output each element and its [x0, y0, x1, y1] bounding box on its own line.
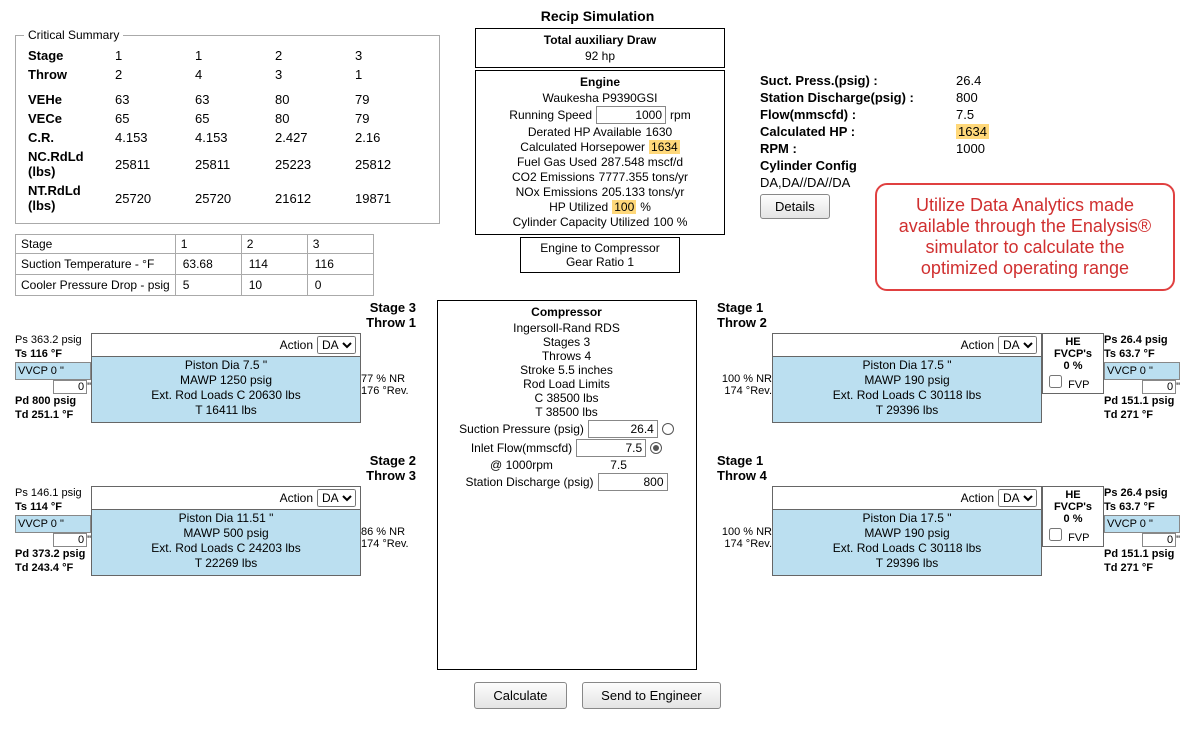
throw-main-l1: Action DA Piston Dia 7.5 " MAWP 1250 psi… [91, 333, 361, 423]
action-select-l2[interactable]: DA [317, 489, 356, 507]
critical-summary-legend: Critical Summary [24, 28, 123, 42]
throw-nr-r1: 100 % NR 174 °Rev. [717, 333, 772, 397]
suction-pressure-radio[interactable] [662, 423, 674, 435]
analytics-callout: Utilize Data Analytics made available th… [875, 183, 1175, 291]
throw-side-left-2: Ps 146.1 psig Ts 114 °F VVCP 0 " " Pd 37… [15, 486, 91, 576]
throw-side-right-2: Ps 26.4 psig Ts 63.7 °F VVCP 0 " " Pd 15… [1104, 486, 1180, 576]
calculate-button[interactable]: Calculate [474, 682, 566, 709]
vvcp-input-l2[interactable] [53, 533, 87, 547]
table-row: VEHe 63 63 80 79 [24, 90, 431, 109]
throw-label-s1t2: Stage 1Throw 2 [717, 300, 1180, 330]
calculated-hp-value: 1634 [649, 140, 680, 154]
aux-draw-header: Total auxiliary Draw [484, 33, 716, 47]
gear-ratio-box: Engine to Compressor Gear Ratio 1 [520, 237, 680, 273]
crit-h4: 3 [351, 46, 431, 65]
throw-label-s2t3: Stage 2Throw 3 [15, 453, 416, 483]
throw-main-r2: Action DA Piston Dia 17.5 " MAWP 190 psi… [772, 486, 1042, 576]
fvcp-box-r1: HE FVCP's 0 % FVP [1042, 333, 1104, 394]
suction-temp-input-1[interactable] [181, 256, 236, 272]
action-select-r2[interactable]: DA [998, 489, 1037, 507]
throw-main-r1: Action DA Piston Dia 17.5 " MAWP 190 psi… [772, 333, 1042, 423]
hp-utilized-value: 100 [612, 200, 636, 214]
action-select-r1[interactable]: DA [998, 336, 1037, 354]
throw-side-right-1: Ps 26.4 psig Ts 63.7 °F VVCP 0 " " Pd 15… [1104, 333, 1180, 423]
engine-box: Engine Waukesha P9390GSI Running Speed r… [475, 70, 725, 235]
suction-temp-input-2[interactable] [247, 256, 302, 272]
suction-temp-label: Suction Temperature - °F [16, 254, 176, 275]
crit-h2: 1 [191, 46, 271, 65]
compressor-header: Compressor [446, 305, 688, 319]
vvcp-input-r1[interactable] [1142, 380, 1176, 394]
running-speed-label: Running Speed [509, 108, 592, 122]
crit-h3: 2 [271, 46, 351, 65]
throw-main-l2: Action DA Piston Dia 11.51 " MAWP 500 ps… [91, 486, 361, 576]
throw-nr-r2: 100 % NR 174 °Rev. [717, 486, 772, 550]
stage-inputs-hdr: Stage [16, 235, 176, 254]
table-row: VECe 65 65 80 79 [24, 109, 431, 128]
throw-label-s1t4: Stage 1Throw 4 [717, 453, 1180, 483]
cooler-drop-input-1[interactable] [181, 277, 236, 293]
throw-nr-l1: 77 % NR 176 °Rev. [361, 333, 416, 397]
cooler-drop-input-2[interactable] [247, 277, 302, 293]
throw-label-s3t1: Stage 3Throw 1 [15, 300, 416, 330]
table-row: NC.RdLd (lbs) 25811 25811 25223 25812 [24, 147, 431, 181]
cooler-drop-input-3[interactable] [313, 277, 368, 293]
table-row: C.R. 4.153 4.153 2.427 2.16 [24, 128, 431, 147]
critical-summary-fieldset: Critical Summary Stage 1 1 2 3 Throw 2 4… [15, 28, 440, 224]
compressor-box: Compressor Ingersoll-Rand RDS Stages 3 T… [437, 300, 697, 670]
running-speed-input[interactable] [596, 106, 666, 124]
stage-inputs-table: Stage 1 2 3 Suction Temperature - °F Coo… [15, 234, 374, 296]
table-row: NT.RdLd (lbs) 25720 25720 21612 19871 [24, 181, 431, 215]
critical-summary-table: Stage 1 1 2 3 Throw 2 4 3 1 VEHe 63 [24, 46, 431, 215]
crit-h0: Stage [24, 46, 111, 65]
details-button[interactable]: Details [760, 194, 830, 219]
aux-draw-value: 92 hp [484, 49, 716, 63]
suction-temp-input-3[interactable] [313, 256, 368, 272]
fvp-checkbox-r2[interactable] [1049, 528, 1062, 541]
vvcp-input-l1[interactable] [53, 380, 87, 394]
station-discharge-input[interactable] [598, 473, 668, 491]
page-title: Recip Simulation [15, 8, 1180, 24]
summary-panel: Suct. Press.(psig) :26.4 Station Dischar… [760, 73, 1180, 190]
fvcp-box-r2: HE FVCP's 0 % FVP [1042, 486, 1104, 547]
running-speed-unit: rpm [670, 108, 691, 122]
suction-pressure-input[interactable] [588, 420, 658, 438]
send-to-engineer-button[interactable]: Send to Engineer [582, 682, 720, 709]
summary-calc-hp: 1634 [956, 124, 989, 139]
cooler-drop-label: Cooler Pressure Drop - psig [16, 275, 176, 296]
vvcp-input-r2[interactable] [1142, 533, 1176, 547]
engine-header: Engine [484, 75, 716, 89]
inlet-flow-radio[interactable] [650, 442, 662, 454]
action-select-l1[interactable]: DA [317, 336, 356, 354]
throw-side-left-1: Ps 363.2 psig Ts 116 °F VVCP 0 " " Pd 80… [15, 333, 91, 423]
fvp-checkbox-r1[interactable] [1049, 375, 1062, 388]
inlet-flow-input[interactable] [576, 439, 646, 457]
aux-draw-box: Total auxiliary Draw 92 hp [475, 28, 725, 68]
vvcp-header: VVCP 0 " [15, 362, 91, 380]
engine-model: Waukesha P9390GSI [484, 91, 716, 105]
crit-h1: 1 [111, 46, 191, 65]
crit-throw-label: Throw [24, 65, 111, 84]
throw-nr-l2: 86 % NR 174 °Rev. [361, 486, 416, 550]
